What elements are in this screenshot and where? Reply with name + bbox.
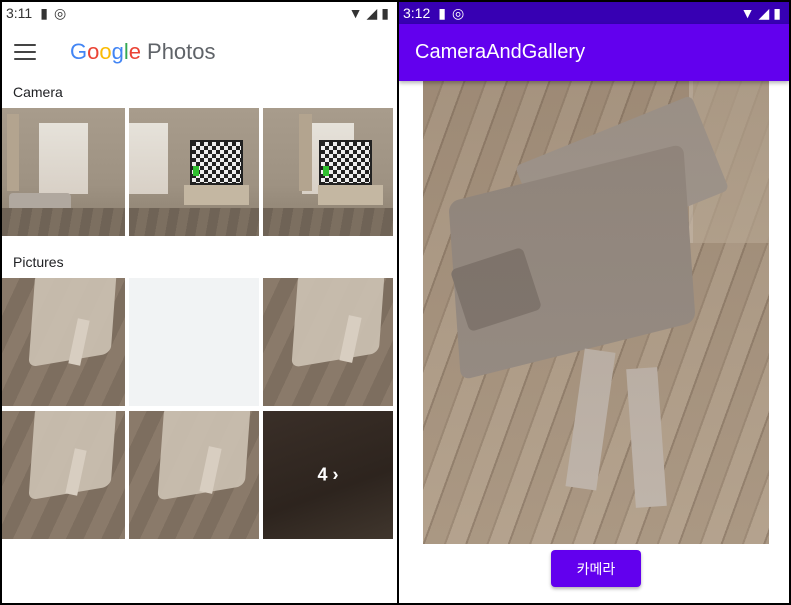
sync-icon: ◎ [53,4,67,21]
logo-letter: o [99,39,112,64]
signal-icon: ◢ [758,4,770,21]
camera-gallery-app-screen: 3:12 ▮ ◎ ▼ ◢ ▮ CameraAndGallery 카메라 [399,2,789,603]
photo-thumbnail-loading[interactable] [129,278,259,406]
photos-header: Google Photos [2,24,397,80]
wifi-icon: ▼ [348,5,363,21]
more-photos-tile[interactable]: 4 › [263,411,393,539]
logo-letter: o [87,39,100,64]
pictures-grid: 4 › [2,278,397,539]
status-time: 3:11 [6,5,33,21]
section-title-pictures: Pictures [13,254,64,270]
logo-letter: e [128,39,142,64]
sync-icon: ◎ [451,4,465,21]
status-time: 3:12 [403,5,431,21]
logo-letter: G [70,39,88,64]
photo-thumbnail[interactable] [263,108,393,236]
status-bar: 3:11 ▮ ◎ ▼ ◢ ▮ [2,2,397,24]
app-bar: CameraAndGallery [399,24,789,81]
camera-button[interactable]: 카메라 [551,550,641,587]
battery-icon: ▮ [773,4,781,21]
photo-thumbnail[interactable] [263,278,393,406]
battery-icon: ▮ [381,4,389,21]
signal-icon: ◢ [366,4,378,21]
sd-card-icon: ▮ [40,4,48,21]
photo-thumbnail[interactable] [2,411,125,539]
app-title: CameraAndGallery [415,41,586,63]
google-photos-screen: 3:11 ▮ ◎ ▼ ◢ ▮ Google Photos Camera Pict… [2,2,397,603]
wifi-icon: ▼ [740,5,755,21]
sd-card-icon: ▮ [438,4,446,21]
photo-thumbnail[interactable] [2,278,125,406]
image-preview [423,81,769,544]
logo-photos-text: Photos [147,39,216,64]
photo-thumbnail[interactable] [129,108,259,236]
photo-thumbnail[interactable] [129,411,259,539]
photo-thumbnail[interactable] [2,108,125,236]
more-count: 4 › [317,464,339,485]
camera-grid [2,108,397,236]
section-title-camera: Camera [13,84,63,100]
google-photos-logo: Google Photos [70,39,216,65]
status-bar: 3:12 ▮ ◎ ▼ ◢ ▮ [399,2,789,24]
logo-letter: g [111,39,124,64]
menu-icon[interactable] [14,44,36,60]
